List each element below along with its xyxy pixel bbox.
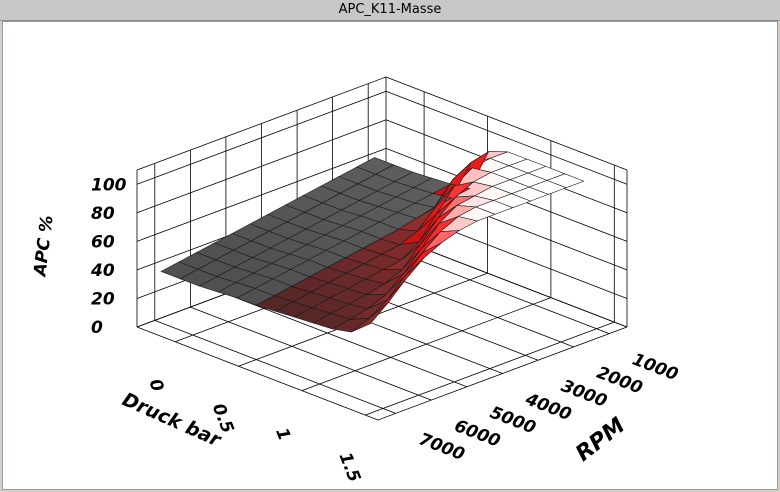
druck-tick-label: 1.5 [335, 450, 364, 485]
z-tick-label: 60 [91, 232, 115, 252]
z-tick-label: 20 [91, 290, 115, 310]
druck-axis-title: Druck bar [119, 388, 225, 451]
surface-mesh [160, 150, 585, 333]
z-axis-title: APC % [30, 214, 58, 279]
box-edge [136, 326, 379, 421]
surface-plot: APC % RPM Druck bar 02040608010010002000… [30, 76, 681, 485]
z-tick-label: 100 [91, 175, 127, 195]
druck-tick-label: 0 [144, 376, 167, 394]
window-title: APC_K11-Masse [0, 0, 780, 21]
z-tick-label: 40 [90, 261, 115, 281]
druck-tick-label: 1 [271, 425, 294, 443]
rpm-axis-title: RPM [571, 413, 630, 467]
plot-canvas: APC % RPM Druck bar 0 20 40 60 80 100 1000 2000… [2, 21, 778, 490]
z-tick-label: 80 [91, 204, 115, 224]
grid-line [154, 320, 396, 414]
z-tick-label: 0 [91, 318, 103, 338]
